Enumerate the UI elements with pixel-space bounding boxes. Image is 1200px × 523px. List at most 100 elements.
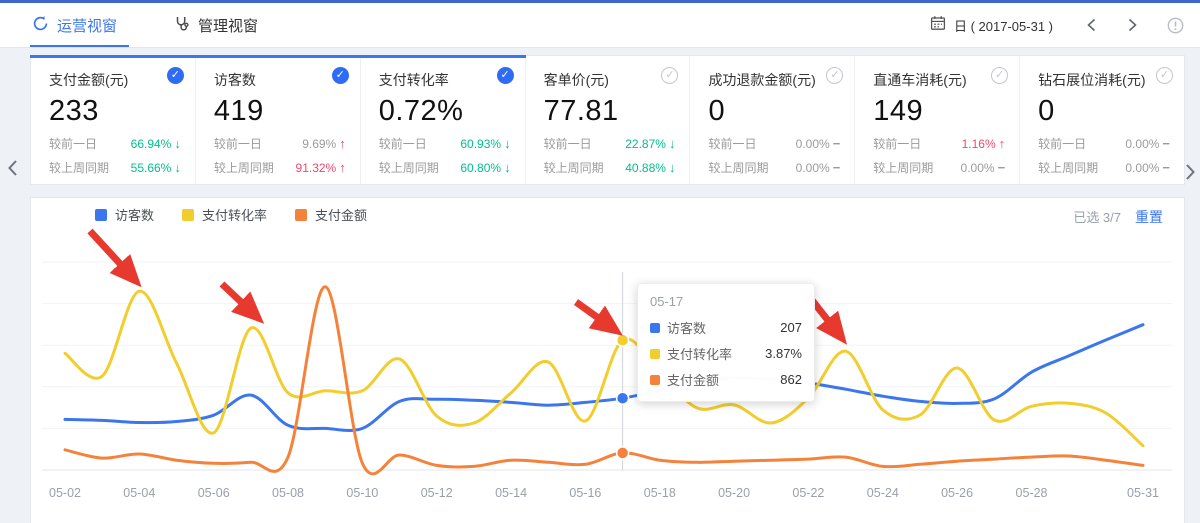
metric-card-ztc-cost[interactable]: 直通车消耗(元)✓ 149 较前一日 1.16%↑ 较上周同期 0.00%− <box>855 56 1020 184</box>
date-prev-icon[interactable] <box>1085 17 1099 33</box>
trend-down-icon: ↓ <box>669 136 676 151</box>
date-display[interactable]: 日 ( 2017-05-31 ) <box>954 16 1053 35</box>
compare-percent: 0.00% <box>1125 161 1159 175</box>
compare-label: 较上周同期 <box>214 159 274 176</box>
compare-label: 较前一日 <box>379 135 427 152</box>
compare-label: 较上周同期 <box>873 159 933 176</box>
metric-card-payment[interactable]: 支付金额(元)✓233较前一日66.94%↓较上周同期55.66%↓ <box>31 56 196 184</box>
compare-label: 较前一日 <box>49 135 97 152</box>
legend-selection: 已选 3/7重置 <box>1073 207 1163 227</box>
tooltip-row: 支付金额862 <box>650 370 802 389</box>
compare-percent: 60.93% <box>460 137 501 151</box>
tab-management-view[interactable]: 管理视窗 <box>173 3 258 47</box>
legend-swatch <box>95 209 107 221</box>
legend-item-conversion[interactable]: 支付转化率 <box>182 205 267 224</box>
metric-compare-row: 较前一日 66.94%↓ <box>49 135 181 152</box>
compare-value: 66.94%↓ <box>131 136 181 151</box>
management-view-icon <box>173 15 190 36</box>
metric-compare-row: 较前一日 1.16%↑ <box>873 135 1005 152</box>
check-on-icon[interactable]: ✓ <box>167 67 184 84</box>
trend-dash-icon: − <box>1162 160 1170 175</box>
metric-title: 支付转化率 <box>379 70 511 90</box>
check-off-icon[interactable]: ✓ <box>661 67 678 84</box>
compare-label: 较前一日 <box>873 135 921 152</box>
compare-value: 22.87%↓ <box>625 136 675 151</box>
compare-label: 较前一日 <box>214 135 262 152</box>
metric-value: 77.81 <box>544 95 676 128</box>
metric-title: 钻石展位消耗(元) <box>1038 70 1170 90</box>
tab-label: 运营视窗 <box>57 15 117 36</box>
metric-card-avg-price[interactable]: 客单价(元)✓77.81较前一日22.87%↓较上周同期40.88%↓ <box>526 56 691 184</box>
trend-down-icon: ↓ <box>174 136 181 151</box>
cards-prev-icon[interactable] <box>5 158 21 183</box>
compare-percent: 22.87% <box>625 137 666 151</box>
trend-down-icon: ↓ <box>669 160 676 175</box>
compare-percent: 0.00% <box>961 161 995 175</box>
compare-percent: 66.94% <box>131 137 172 151</box>
check-off-icon[interactable]: ✓ <box>826 67 843 84</box>
metric-compare-row: 较前一日 9.69%↑ <box>214 135 346 152</box>
operation-view-icon <box>32 15 49 36</box>
check-off-icon[interactable]: ✓ <box>1156 67 1173 84</box>
metric-card-visitors[interactable]: 访客数✓ 419 较前一日 9.69%↑ 较上周同期 91.32%↑ <box>196 56 361 184</box>
trend-up-icon: ↑ <box>339 136 346 151</box>
metric-compare-row: 较上周同期0.00%− <box>1038 159 1170 176</box>
compare-label: 较上周同期 <box>49 159 109 176</box>
compare-percent: 55.66% <box>131 161 172 175</box>
metric-value: 149 <box>873 95 1005 128</box>
metric-title: 访客数 <box>214 70 346 90</box>
tab-operation-view[interactable]: 运营视窗 <box>32 3 117 47</box>
check-off-icon[interactable]: ✓ <box>991 67 1008 84</box>
metric-compare-row: 较上周同期 0.00%− <box>873 159 1005 176</box>
compare-value: 1.16%↑ <box>962 136 1006 151</box>
tooltip-date: 05-17 <box>650 294 802 309</box>
metric-cards-strip: 支付金额(元)✓233较前一日66.94%↓较上周同期55.66%↓访客数✓41… <box>30 55 1185 185</box>
metric-value: 419 <box>214 95 346 128</box>
reset-button[interactable]: 重置 <box>1135 209 1163 225</box>
metric-card-conversion[interactable]: 支付转化率✓0.72%较前一日60.93%↓较上周同期60.80%↓ <box>361 56 526 184</box>
info-icon[interactable] <box>1167 17 1184 34</box>
metric-compare-row: 较前一日0.00%− <box>1038 135 1170 152</box>
check-on-icon[interactable]: ✓ <box>497 67 514 84</box>
legend-swatch <box>182 209 194 221</box>
trend-dash-icon: − <box>833 160 841 175</box>
tooltip-swatch <box>650 349 660 359</box>
dashboard-page: 运营视窗 管理视窗 日 ( 2017-05-31 ) <box>0 0 1200 523</box>
compare-value: 9.69%↑ <box>302 136 346 151</box>
metric-compare-row: 较上周同期60.80%↓ <box>379 159 511 176</box>
trend-down-icon: ↓ <box>174 160 181 175</box>
metric-title: 客单价(元) <box>544 70 676 90</box>
compare-percent: 40.88% <box>625 161 666 175</box>
compare-percent: 91.32% <box>296 161 337 175</box>
trend-dash-icon: − <box>1162 136 1170 151</box>
chart-tooltip: 05-17 访客数207支付转化率3.87%支付金额862 <box>637 283 815 402</box>
calendar-icon[interactable] <box>930 15 946 36</box>
tooltip-value: 207 <box>780 320 802 335</box>
metric-compare-row: 较前一日0.00%− <box>708 135 840 152</box>
top-nav: 运营视窗 管理视窗 日 ( 2017-05-31 ) <box>0 3 1200 48</box>
compare-value: 60.93%↓ <box>460 136 510 151</box>
trend-down-icon: ↓ <box>504 160 511 175</box>
compare-percent: 60.80% <box>460 161 501 175</box>
trend-up-icon: ↑ <box>339 160 346 175</box>
metric-title: 支付金额(元) <box>49 70 181 90</box>
compare-value: 60.80%↓ <box>460 160 510 175</box>
compare-value: 0.00%− <box>961 160 1006 175</box>
metric-card-diamond-cost[interactable]: 钻石展位消耗(元)✓0较前一日0.00%−较上周同期0.00%− <box>1020 56 1184 184</box>
legend-item-payment[interactable]: 支付金额 <box>295 205 367 224</box>
tooltip-row: 支付转化率 3.87% <box>650 344 802 363</box>
legend-label: 支付金额 <box>315 205 367 224</box>
tooltip-value: 3.87% <box>765 346 802 361</box>
legend-item-visitors[interactable]: 访客数 <box>95 205 154 224</box>
metric-title: 直通车消耗(元) <box>873 70 1005 90</box>
check-on-icon[interactable]: ✓ <box>332 67 349 84</box>
compare-label: 较上周同期 <box>544 159 604 176</box>
compare-value: 0.00%− <box>1125 160 1170 175</box>
tooltip-swatch <box>650 323 660 333</box>
tooltip-swatch <box>650 375 660 385</box>
date-controls: 日 ( 2017-05-31 ) <box>930 15 1184 36</box>
compare-value: 0.00%− <box>796 136 841 151</box>
tooltip-series-label: 支付转化率 <box>667 344 732 363</box>
date-next-icon[interactable] <box>1125 17 1139 33</box>
metric-card-refund[interactable]: 成功退款金额(元)✓0较前一日0.00%−较上周同期0.00%− <box>690 56 855 184</box>
